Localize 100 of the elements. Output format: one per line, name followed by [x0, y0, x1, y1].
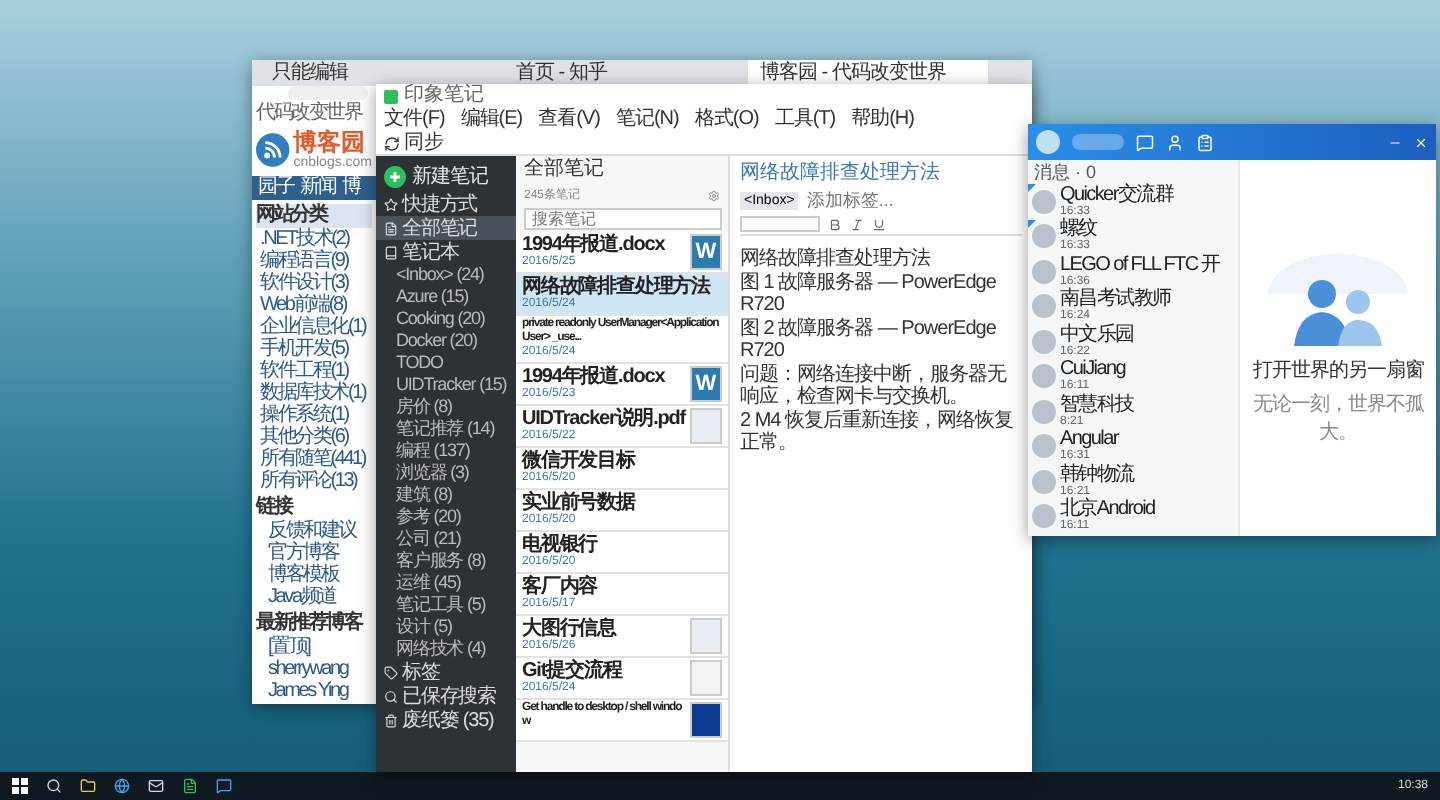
notebook-item[interactable]: 网络技术 (4) — [376, 638, 516, 660]
nav-link[interactable]: 园子 — [258, 176, 294, 200]
window-title: 印象笔记 — [404, 84, 484, 107]
notebook-item[interactable]: TODO — [376, 352, 516, 374]
contact-name: LEGO of FLL FTC 开 — [1060, 255, 1220, 276]
sidebar-item[interactable]: 标签 — [376, 660, 516, 684]
contact-name: Quicker交流群 — [1060, 185, 1173, 206]
sync-button[interactable]: 同步 — [384, 131, 444, 155]
menu-item[interactable]: 笔记(N) — [615, 108, 679, 132]
category-link[interactable]: 所有随笔(441) — [256, 448, 372, 470]
sidebar-item[interactable]: 快捷方式 — [376, 192, 516, 216]
logo-thumbnail — [690, 702, 722, 738]
search-field[interactable]: 搜索笔记 — [524, 208, 722, 230]
category-link[interactable]: Web前端(8) — [256, 294, 372, 316]
menu-item[interactable]: 格式(O) — [694, 108, 759, 132]
tag-icon — [384, 665, 398, 679]
message-filter[interactable]: 消息 · 0 — [1028, 160, 1238, 184]
section-title: 最新推荐博客 — [256, 612, 365, 635]
avatar-icon — [1032, 259, 1056, 284]
mail-icon[interactable] — [148, 778, 164, 794]
menu-item[interactable]: 文件(F) — [384, 108, 445, 132]
sidebar-item[interactable]: 笔记本 — [376, 240, 516, 264]
contact-name: 南昌考试教师 — [1060, 290, 1171, 311]
category-link[interactable]: 操作系统(1) — [256, 404, 372, 426]
nav-link[interactable]: 博 — [342, 176, 360, 200]
notebook-item[interactable]: 编程 (137) — [376, 440, 516, 462]
sidebar-link[interactable]: Java频道 — [256, 586, 372, 608]
notebook-item[interactable]: UIDTracker (15) — [376, 374, 516, 396]
category-link[interactable]: 企业信息化(1) — [256, 316, 372, 338]
notebook-item[interactable]: Cooking (20) — [376, 308, 516, 330]
sidebar-link[interactable]: 官方博客 — [256, 542, 372, 564]
sidebar-link[interactable]: 反馈和建议 — [256, 520, 372, 542]
menu-item[interactable]: 查看(V) — [538, 108, 600, 132]
file-icon[interactable] — [1196, 133, 1214, 151]
view-options-icon[interactable] — [708, 189, 720, 201]
category-link[interactable]: 软件工程(1) — [256, 360, 372, 382]
contacts-icon[interactable] — [1166, 133, 1184, 151]
notebook-item[interactable]: 参考 (20) — [376, 506, 516, 528]
notebook-item[interactable]: Azure (15) — [376, 286, 516, 308]
notebook-item[interactable]: 运维 (45) — [376, 572, 516, 594]
screenshot-thumbnail — [690, 618, 722, 654]
blog-link[interactable]: sherrywang — [256, 658, 372, 680]
notebook-item[interactable]: Docker (20) — [376, 330, 516, 352]
browser-tab[interactable]: 博客园 - 代码改变世界 — [748, 60, 988, 86]
notebook-item[interactable]: 设计 (5) — [376, 616, 516, 638]
chat-app-icon[interactable] — [216, 778, 232, 794]
sidebar-item[interactable]: 全部笔记 — [376, 216, 516, 240]
note-title: 微信开发目标 — [522, 450, 638, 472]
note-icon — [384, 221, 398, 235]
notebook-item[interactable]: 浏览器 (3) — [376, 462, 516, 484]
note-title: 电视银行 — [522, 534, 600, 556]
category-link[interactable]: 其他分类(6) — [256, 426, 372, 448]
avatar-icon[interactable] — [1036, 130, 1060, 154]
search-icon — [384, 689, 398, 703]
category-link[interactable]: 数据库技术(1) — [256, 382, 372, 404]
menu-item[interactable]: 编辑(E) — [460, 108, 523, 132]
bold-icon[interactable] — [828, 217, 842, 231]
avatar-icon — [1032, 399, 1056, 424]
category-link[interactable]: 编程语言(9) — [256, 250, 372, 272]
category-link[interactable]: 软件设计(3) — [256, 272, 372, 294]
site-slogan: 代码改变世界 — [256, 102, 365, 124]
new-note-button[interactable]: 新建笔记 — [376, 160, 516, 192]
underline-icon[interactable] — [872, 217, 886, 231]
close-icon[interactable] — [1414, 135, 1428, 149]
category-link[interactable]: 手机开发(5) — [256, 338, 372, 360]
note-title-field[interactable]: 网络故障排查处理方法 — [740, 162, 1022, 186]
screenshot-thumbnail — [690, 408, 722, 444]
notebook-item[interactable]: 建筑 (8) — [376, 484, 516, 506]
category-link[interactable]: .NET技术(2) — [256, 228, 372, 250]
contact-name: 韩钟物流 — [1060, 465, 1134, 486]
notebook-item[interactable]: 客户服务 (8) — [376, 550, 516, 572]
notebook-item[interactable]: 笔记推荐 (14) — [376, 418, 516, 440]
section-title: 网站分类 — [256, 204, 372, 228]
search-icon[interactable] — [46, 778, 62, 794]
blog-link[interactable]: James Ying — [256, 680, 372, 702]
notebook-item[interactable]: 笔记工具 (5) — [376, 594, 516, 616]
menu-item[interactable]: 工具(T) — [774, 108, 836, 132]
sidebar-item[interactable]: 已保存搜索 — [376, 684, 516, 708]
plus-icon — [384, 165, 406, 187]
avatar-icon — [1032, 294, 1056, 319]
blog-link[interactable]: [置顶] — [256, 636, 372, 658]
notes-app-icon[interactable] — [182, 778, 198, 794]
sidebar-item[interactable]: 废纸篓 (35) — [376, 708, 516, 732]
note-title: 客厂内容 — [522, 576, 600, 598]
category-link[interactable]: 所有评论(13) — [256, 470, 372, 492]
menu-item[interactable]: 帮助(H) — [851, 108, 914, 132]
italic-icon[interactable] — [850, 217, 864, 231]
sidebar-link[interactable]: 博客模板 — [256, 564, 372, 586]
nav-link[interactable]: 新闻 — [300, 176, 336, 200]
notebook-item[interactable]: 公司 (21) — [376, 528, 516, 550]
browser-icon[interactable] — [114, 778, 130, 794]
message-icon[interactable] — [1136, 133, 1154, 151]
note-title: 实业前号数据 — [522, 492, 638, 514]
section-title: 链接 — [256, 496, 295, 520]
contact-name: Angular — [1060, 430, 1118, 451]
notebook-item[interactable]: <Inbox> (24) — [376, 264, 516, 286]
folder-icon[interactable] — [80, 778, 96, 794]
windows-start-icon[interactable] — [12, 778, 28, 794]
note-paragraph: 问题：网络连接中断，服务器无响应，检查网卡与交换机。 — [740, 364, 1009, 408]
notebook-item[interactable]: 房价 (8) — [376, 396, 516, 418]
